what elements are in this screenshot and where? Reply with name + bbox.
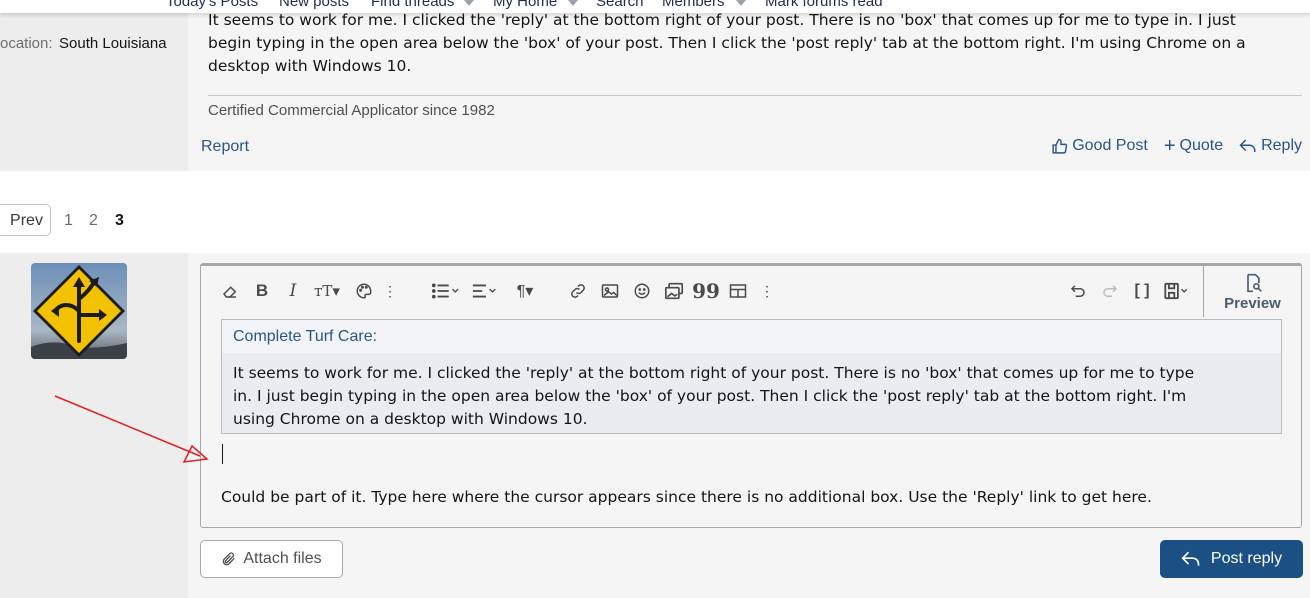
post-user-info: ocation: South Louisiana <box>0 13 188 171</box>
text-size-icon[interactable]: тT▾ <box>309 279 345 303</box>
more-vertical-icon[interactable]: ⋮ <box>383 279 397 303</box>
paperclip-icon <box>223 552 236 566</box>
chevron-down-icon[interactable] <box>736 0 746 6</box>
post-text: It seems to work for me. I clicked the '… <box>208 9 1298 78</box>
reply-button[interactable]: Reply <box>1239 137 1302 155</box>
nav-mark-forums-read[interactable]: Mark forums read <box>765 0 883 10</box>
quoted-message: Complete Turf Care: It seems to work for… <box>221 319 1282 434</box>
nav-todays-posts[interactable]: Today's Posts <box>166 0 258 10</box>
reply-icon <box>1181 551 1200 566</box>
quote-author-bar: Complete Turf Care: <box>222 320 1281 353</box>
preview-button[interactable]: Preview <box>1203 263 1301 317</box>
more-vertical-icon[interactable]: ⋮ <box>760 279 774 303</box>
editor-text[interactable]: Could be part of it. Type here where the… <box>221 488 1152 506</box>
location-label: ocation: <box>0 35 53 52</box>
editor-toolbar: B I тT▾ ⋮ ¶▾ 99 ⋮ [] Preview <box>201 263 1301 317</box>
nav-new-posts[interactable]: New posts <box>279 0 349 10</box>
post-text-line: desktop with Windows 10. <box>208 57 412 75</box>
align-icon[interactable] <box>469 279 501 303</box>
nav-find-threads[interactable]: Find threads <box>371 0 454 10</box>
reply-label: Reply <box>1261 137 1302 154</box>
thumbs-up-icon <box>1052 138 1068 154</box>
quote-button[interactable]: + Quote <box>1163 135 1224 157</box>
bbcode-icon[interactable]: [ ] <box>1131 279 1153 303</box>
link-icon[interactable] <box>567 279 589 303</box>
text-cursor[interactable] <box>222 444 223 464</box>
chevron-down-icon[interactable] <box>464 0 474 6</box>
quote-icon[interactable]: 99 <box>692 279 720 303</box>
report-link[interactable]: Report <box>201 138 249 156</box>
quote-text-line: in. I just begin typing in the open area… <box>233 387 1187 405</box>
prev-page-button[interactable]: Prev <box>0 204 51 236</box>
reply-user-info <box>0 253 188 598</box>
signature: Certified Commercial Applicator since 19… <box>208 102 495 119</box>
drafts-icon[interactable] <box>1161 279 1193 303</box>
media-icon[interactable] <box>663 279 685 303</box>
table-icon[interactable] <box>727 279 749 303</box>
chevron-down-icon[interactable] <box>568 0 578 6</box>
page-link-2[interactable]: 2 <box>89 212 98 230</box>
paragraph-icon[interactable]: ¶▾ <box>509 279 541 303</box>
smiley-icon[interactable] <box>631 279 653 303</box>
good-post-label: Good Post <box>1072 137 1148 154</box>
attach-files-button[interactable]: Attach files <box>200 540 343 578</box>
preview-label: Preview <box>1224 295 1281 312</box>
rich-text-editor: B I тT▾ ⋮ ¶▾ 99 ⋮ [] Preview Complete T… <box>200 263 1302 528</box>
good-post-button[interactable]: Good Post <box>1051 137 1148 155</box>
avatar[interactable] <box>31 263 127 359</box>
post-reply-button[interactable]: Post reply <box>1160 540 1303 578</box>
attach-files-label: Attach files <box>243 550 322 567</box>
reply-icon <box>1239 139 1256 152</box>
quote-text: It seems to work for me. I clicked the '… <box>233 362 1263 431</box>
palette-icon[interactable] <box>353 279 375 303</box>
clear-formatting-icon[interactable] <box>219 279 241 303</box>
redo-icon[interactable] <box>1099 279 1121 303</box>
page-link-1[interactable]: 1 <box>64 212 73 230</box>
undo-icon[interactable] <box>1067 279 1089 303</box>
page-link-current: 3 <box>115 212 124 229</box>
quote-author[interactable]: Complete Turf Care: <box>233 328 377 346</box>
top-nav: Today's Posts New posts Find threads My … <box>0 0 1310 13</box>
bold-icon[interactable]: B <box>251 279 273 303</box>
list-icon[interactable] <box>429 279 461 303</box>
plus-icon: + <box>1163 135 1176 157</box>
preview-icon <box>1246 273 1262 293</box>
quote-label: Quote <box>1179 137 1224 154</box>
previous-post: ocation: South Louisiana It seems to wor… <box>0 11 1310 171</box>
post-body: It seems to work for me. I clicked the '… <box>188 11 1310 171</box>
post-reply-label: Post reply <box>1210 550 1283 567</box>
nav-search[interactable]: Search <box>596 0 644 10</box>
italic-icon[interactable]: I <box>282 279 304 303</box>
nav-members[interactable]: Members <box>662 0 725 10</box>
location-value: South Louisiana <box>59 35 167 52</box>
post-actions: Good Post + Quote Reply <box>1051 135 1302 157</box>
quote-text-line: using Chrome on a desktop with Windows 1… <box>233 410 588 428</box>
nav-my-home[interactable]: My Home <box>493 0 557 10</box>
image-icon[interactable] <box>599 279 621 303</box>
quote-text-line: It seems to work for me. I clicked the '… <box>233 364 1195 382</box>
post-text-line: begin typing in the open area below the … <box>208 34 1246 52</box>
signature-divider <box>208 95 1302 96</box>
